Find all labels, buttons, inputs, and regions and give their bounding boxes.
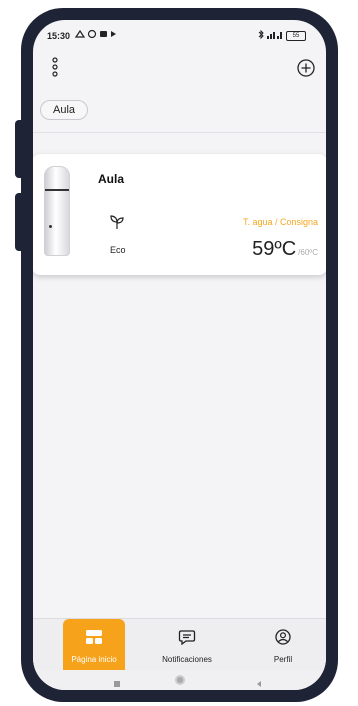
nav-label-notifications: Notificaciones [162,655,212,664]
nav-item-profile[interactable]: Perfil [255,619,311,671]
top-bar [33,50,326,86]
recent-apps-button[interactable] [113,675,121,690]
phone-volume-button [15,120,21,178]
bottom-nav: Página inicio Notificaciones Perfil [33,618,326,671]
home-grid-icon [86,630,102,644]
nav-item-notifications[interactable]: Notificaciones [151,619,223,671]
message-icon [178,630,196,645]
status-bar: 15:30 55 [33,20,326,52]
water-temperature: 59ºC [252,238,297,260]
status-indicators: 55 [258,29,306,41]
heater-band [45,189,69,191]
battery-icon: 55 [286,30,306,41]
setpoint-temperature: /60ºC [298,248,318,257]
add-device-button[interactable] [296,58,316,78]
square-icon [114,681,120,687]
water-heater-image [44,166,70,256]
divider [33,132,326,133]
status-time: 15:30 [47,31,71,41]
heater-indicator [49,225,52,228]
temperature-readout: 59ºC/60ºC [252,238,318,261]
more-menu-icon[interactable] [49,56,61,78]
back-triangle-icon [257,681,261,687]
back-button[interactable] [255,675,263,690]
circle-icon [175,675,185,685]
nav-label-profile: Perfil [273,655,293,664]
app-screen: 15:30 55 Aula Aula Eco T. agua / Consign… [33,20,326,690]
phone-power-button [15,193,21,251]
home-button[interactable] [174,673,186,690]
nav-item-home[interactable]: Página inicio [63,619,125,671]
home-filter-chips: Aula [40,100,89,120]
device-name: Aula [98,172,125,186]
nav-label-home: Página inicio [71,655,117,664]
mode-label: Eco [110,245,126,255]
status-notification-icons [74,29,119,41]
bluetooth-icon [258,29,264,41]
profile-icon [275,629,291,645]
temperature-caption: T. agua / Consigna [242,217,318,227]
leaf-icon [109,214,125,230]
phone-frame: 15:30 55 Aula Aula Eco T. agua / Consign… [15,8,338,702]
device-card[interactable]: Aula Eco T. agua / Consigna 59ºC/60ºC [33,154,326,275]
system-nav-bar [33,670,326,690]
plus-circle-icon [297,59,315,77]
home-filter-chip[interactable]: Aula [40,100,89,120]
signal-icon [267,30,283,41]
